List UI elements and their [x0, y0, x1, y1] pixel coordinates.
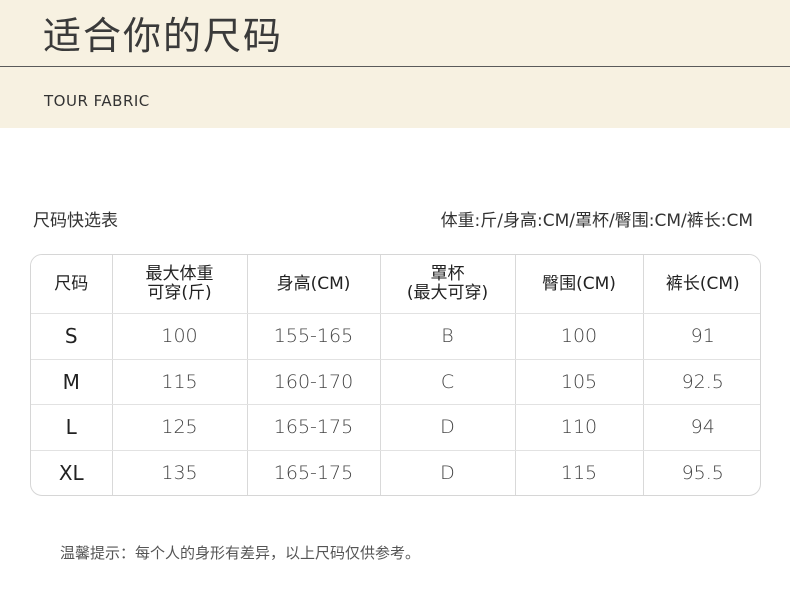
header-size: 尺码 — [31, 255, 113, 314]
table-row: S 100 155-165 B 100 91 — [31, 313, 760, 360]
table-row: XL 135 165-175 D 115 95.5 — [31, 450, 760, 495]
cell-weight: 100 — [112, 313, 248, 360]
cell-cup: B — [380, 313, 516, 360]
table-header-row: 尺码 最大体重 可穿(斤) 身高(CM) 罩杯 (最大可穿) 臀围(CM) 裤长(C… — [31, 255, 760, 314]
cell-hip: 100 — [515, 313, 644, 360]
header-divider — [0, 66, 790, 67]
cell-cup: D — [380, 404, 516, 451]
cell-hip: 110 — [515, 404, 644, 451]
size-table-container: 尺码 最大体重 可穿(斤) 身高(CM) 罩杯 (最大可穿) 臀围(CM) 裤长(C… — [30, 254, 761, 496]
header-cup: 罩杯 (最大可穿) — [380, 255, 516, 314]
cell-length: 94 — [643, 404, 760, 451]
brand-subtitle: TOUR FABRIC — [44, 92, 150, 110]
page-title: 适合你的尺码 — [43, 14, 284, 58]
cell-size: L — [31, 404, 113, 451]
cell-height: 165-175 — [247, 404, 381, 451]
cell-height: 165-175 — [247, 450, 381, 495]
cell-weight: 115 — [112, 359, 248, 405]
header-length: 裤长(CM) — [643, 255, 760, 314]
size-table: 尺码 最大体重 可穿(斤) 身高(CM) 罩杯 (最大可穿) 臀围(CM) 裤长(C… — [31, 255, 760, 495]
cell-height: 155-165 — [247, 313, 381, 360]
cell-height: 160-170 — [247, 359, 381, 405]
table-row: L 125 165-175 D 110 94 — [31, 404, 760, 451]
size-chart-label: 尺码快选表 — [33, 211, 118, 231]
cell-cup: C — [380, 359, 516, 405]
header-banner: 适合你的尺码 TOUR FABRIC — [0, 0, 790, 128]
header-max-weight: 最大体重 可穿(斤) — [112, 255, 248, 314]
cell-size: M — [31, 359, 113, 405]
cell-cup: D — [380, 450, 516, 495]
header-height: 身高(CM) — [247, 255, 381, 314]
header-hip: 臀围(CM) — [515, 255, 644, 314]
cell-length: 92.5 — [643, 359, 760, 405]
cell-length: 95.5 — [681, 461, 724, 484]
cell-size: XL — [31, 450, 113, 495]
cell-size: S — [31, 313, 113, 360]
cell-weight: 125 — [112, 404, 248, 451]
table-row: M 115 160-170 C 105 92.5 — [31, 359, 760, 405]
cell-weight: 135 — [112, 450, 248, 495]
size-tip: 温馨提示：每个人的身形有差异，以上尺码仅供参考。 — [60, 544, 421, 562]
units-legend: 体重:斤/身高:CM/罩杯/臀围:CM/裤长:CM — [440, 211, 753, 231]
cell-hip: 105 — [515, 359, 644, 405]
cell-length: 91 — [643, 313, 760, 360]
cell-hip: 115 — [515, 450, 644, 495]
